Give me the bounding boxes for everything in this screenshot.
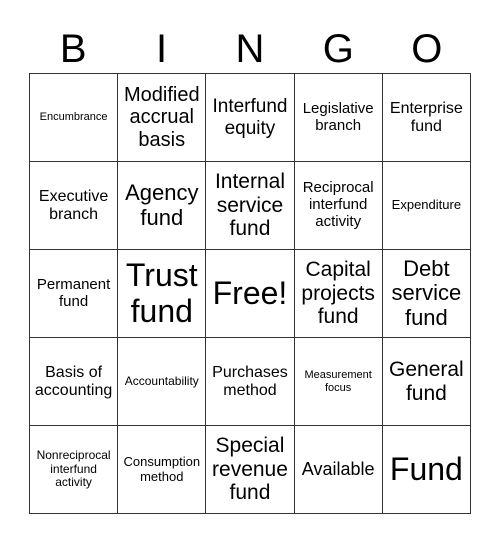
bingo-cell[interactable]: Enterprise fund xyxy=(381,73,472,162)
bingo-cell[interactable]: Executive branch xyxy=(28,161,119,250)
header-letter-g: G xyxy=(322,27,354,71)
board-row: Basis of accounting Accountability Purch… xyxy=(28,337,472,426)
bingo-cell[interactable]: Internal service fund xyxy=(205,161,295,250)
header-letter-i: I xyxy=(156,27,168,71)
header-letter-o: O xyxy=(411,27,443,71)
board-row: Executive branch Agency fund Internal se… xyxy=(28,161,472,250)
bingo-cell[interactable]: Fund xyxy=(381,425,472,514)
bingo-board: Encumbrance Modified accrual basis Inter… xyxy=(28,73,472,514)
board-row: Nonreciprocal interfund activity Consump… xyxy=(28,425,472,514)
bingo-cell[interactable]: Debt service fund xyxy=(381,249,472,338)
bingo-cell[interactable]: Basis of accounting xyxy=(28,337,119,426)
bingo-cell[interactable]: Purchases method xyxy=(205,337,295,426)
bingo-cell[interactable]: Interfund equity xyxy=(205,73,295,162)
bingo-header: B I N G O xyxy=(29,26,471,72)
bingo-cell[interactable]: Permanent fund xyxy=(28,249,119,338)
bingo-cell[interactable]: Consumption method xyxy=(117,425,207,514)
header-letter-n: N xyxy=(235,27,265,71)
bingo-cell[interactable]: Encumbrance xyxy=(28,73,119,162)
board-row: Permanent fund Trust fund Free! Capital … xyxy=(28,249,472,338)
bingo-cell[interactable]: Accountability xyxy=(117,337,207,426)
bingo-cell[interactable]: Trust fund xyxy=(117,249,207,338)
bingo-cell[interactable]: Legislative branch xyxy=(293,73,383,162)
bingo-cell[interactable]: Agency fund xyxy=(117,161,207,250)
board-row: Encumbrance Modified accrual basis Inter… xyxy=(28,73,472,162)
bingo-cell[interactable]: Capital projects fund xyxy=(293,249,383,338)
bingo-cell[interactable]: Nonreciprocal interfund activity xyxy=(28,425,119,514)
free-space-cell[interactable]: Free! xyxy=(205,249,295,338)
bingo-cell[interactable]: Measurement focus xyxy=(293,337,383,426)
bingo-cell[interactable]: Reciprocal interfund activity xyxy=(293,161,383,250)
bingo-cell[interactable]: Available xyxy=(293,425,383,514)
bingo-cell[interactable]: Expenditure xyxy=(381,161,472,250)
bingo-cell[interactable]: General fund xyxy=(381,337,472,426)
bingo-cell[interactable]: Special revenue fund xyxy=(205,425,295,514)
header-letter-b: B xyxy=(59,27,87,71)
bingo-cell[interactable]: Modified accrual basis xyxy=(117,73,207,162)
